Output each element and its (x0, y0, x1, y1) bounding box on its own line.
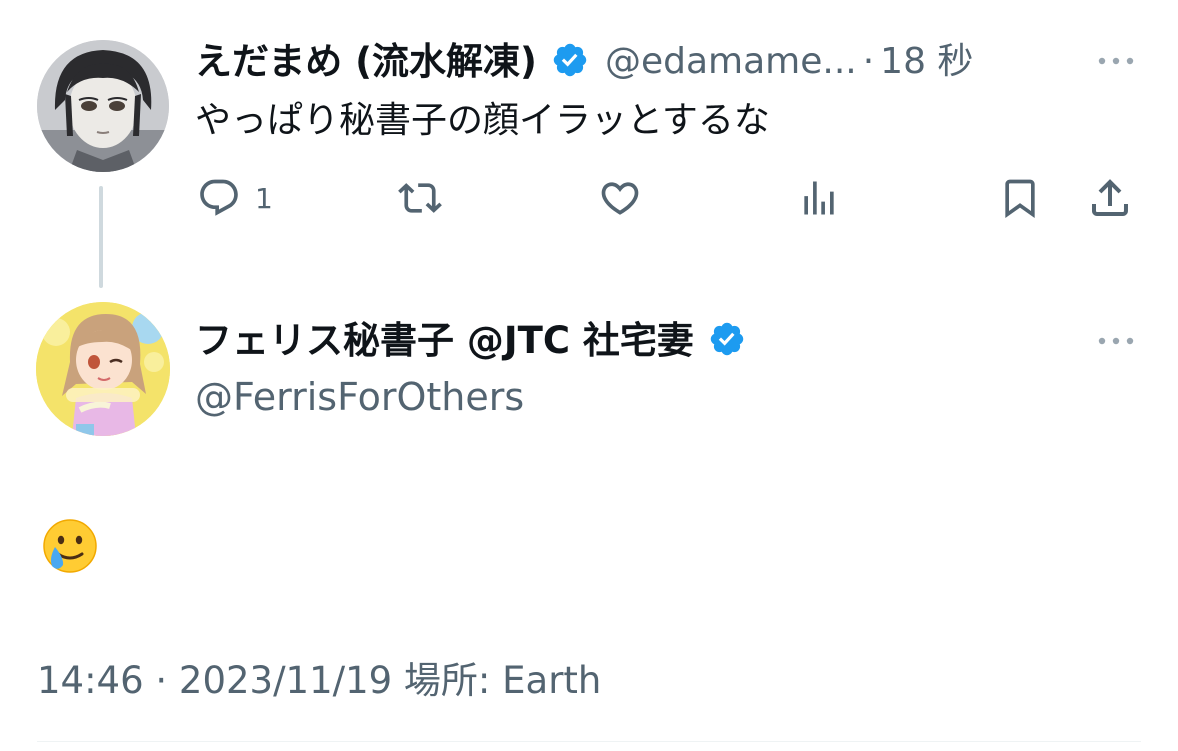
reply-display-name[interactable]: フェリス秘書子 @JTC 社宅妻 (195, 319, 694, 363)
verified-badge-icon (551, 41, 589, 83)
verified-badge-icon (708, 320, 746, 362)
avatar-ferris[interactable] (36, 302, 170, 436)
bookmark-button[interactable] (998, 174, 1042, 222)
crying-smile-emoji (40, 518, 100, 573)
share-button[interactable] (1086, 174, 1134, 222)
views-button[interactable] (797, 176, 841, 220)
views-icon (804, 181, 834, 215)
avatar-ferris-image (36, 302, 170, 436)
share-icon (1092, 179, 1128, 216)
more-icon[interactable] (1094, 46, 1138, 76)
reply-button[interactable]: 1 (197, 176, 273, 220)
parent-time-ago[interactable]: 18 秒 (880, 40, 973, 84)
reply-tweet-header: フェリス秘書子 @JTC 社宅妻 (195, 318, 746, 364)
retweet-button[interactable] (393, 176, 447, 220)
more-icon[interactable] (1094, 326, 1138, 356)
meta-separator: · (862, 41, 875, 82)
retweet-icon (398, 183, 442, 213)
like-button[interactable] (596, 176, 644, 220)
parent-display-name[interactable]: えだまめ (流水解凍) (195, 40, 537, 84)
reply-count: 1 (255, 181, 273, 215)
bookmark-icon (1005, 179, 1035, 219)
parent-tweet-text: やっぱり秘書子の顔イラッとするな (195, 100, 770, 141)
tweet-timestamp[interactable]: 14:46 · 2023/11/19 場所: Earth (37, 656, 601, 706)
reply-icon (200, 179, 238, 216)
divider (37, 741, 1141, 742)
avatar-edamame[interactable] (37, 40, 169, 172)
parent-handle[interactable]: @edamame... (605, 40, 857, 84)
avatar-edamame-image (37, 40, 169, 172)
heart-icon (601, 182, 639, 215)
reply-handle[interactable]: @FerrisForOthers (195, 374, 524, 420)
thread-connector-line (99, 186, 103, 288)
parent-tweet-header: えだまめ (流水解凍) @edamame... · 18 秒 (195, 40, 973, 84)
